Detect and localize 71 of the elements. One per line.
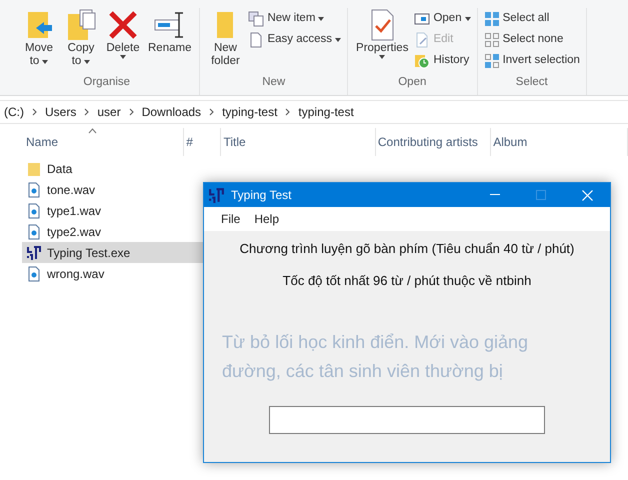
ribbon-button[interactable]: Easy access bbox=[248, 31, 342, 48]
page-icon bbox=[248, 32, 264, 48]
window-title: Typing Test bbox=[231, 187, 292, 204]
group-label: New bbox=[261, 75, 286, 90]
caret-icon bbox=[464, 16, 471, 20]
menu-item[interactable]: File bbox=[216, 210, 246, 228]
breadcrumb-item[interactable]: user bbox=[97, 103, 121, 121]
grid-icon bbox=[484, 52, 500, 68]
breadcrumb-item[interactable]: typing-test bbox=[298, 103, 354, 121]
breadcrumb-item[interactable]: Downloads bbox=[142, 103, 202, 121]
window-icon bbox=[414, 10, 430, 26]
group-label: Select bbox=[514, 75, 549, 90]
breadcrumb-item[interactable]: typing-test bbox=[222, 103, 278, 121]
ribbon-button[interactable]: Delete bbox=[104, 8, 142, 74]
pencil-page-icon bbox=[414, 32, 430, 48]
column-header[interactable]: Contributing artists bbox=[376, 128, 492, 156]
new-item-icon bbox=[248, 10, 264, 26]
menu-item[interactable]: Help bbox=[249, 210, 284, 228]
ribbon-button[interactable]: History bbox=[414, 52, 471, 69]
caret-icon bbox=[42, 60, 48, 64]
caret-icon bbox=[318, 16, 324, 20]
audio-file-icon bbox=[26, 266, 42, 282]
ribbon-button[interactable]: New folder bbox=[206, 8, 244, 74]
caret-icon bbox=[84, 60, 90, 64]
ribbon-button[interactable]: Copy to bbox=[62, 8, 100, 74]
audio-file-icon bbox=[26, 202, 42, 218]
ribbon-button[interactable]: Select all bbox=[484, 10, 580, 27]
file-row[interactable]: type2.wav bbox=[22, 221, 212, 242]
ribbon-button[interactable]: New item bbox=[248, 10, 342, 27]
column-header[interactable]: # bbox=[184, 128, 222, 156]
app-logo-icon bbox=[208, 186, 225, 204]
input-field[interactable] bbox=[269, 406, 545, 434]
breadcrumb-item[interactable]: Users bbox=[45, 103, 76, 121]
ribbon-button[interactable]: Select none bbox=[484, 31, 580, 48]
ribbon-button[interactable]: Properties bbox=[354, 8, 410, 74]
chevron-icon bbox=[128, 108, 134, 116]
info-text: Chương trình luyện gõ bàn phím (Tiêu chuẩn 40 từ / phút) bbox=[240, 240, 574, 258]
breadcrumb-item[interactable]: (C:) bbox=[4, 103, 24, 121]
caret-icon bbox=[335, 38, 342, 42]
address-bar[interactable]: (C:) Users user Downloads typing-test typing-test bbox=[0, 100, 628, 124]
group-label: Open bbox=[397, 75, 428, 90]
audio-file-icon bbox=[26, 182, 42, 198]
grid-icon bbox=[484, 10, 500, 26]
chevron-icon bbox=[285, 108, 290, 116]
file-row[interactable]: Data bbox=[22, 158, 212, 179]
column-header[interactable]: Name bbox=[24, 128, 184, 156]
ribbon-button[interactable]: Move to bbox=[20, 8, 58, 74]
maximize-icon bbox=[536, 190, 546, 200]
audio-file-icon bbox=[26, 224, 42, 240]
ribbon-button[interactable]: Open bbox=[414, 10, 471, 27]
folder-icon bbox=[26, 160, 42, 176]
file-row[interactable]: wrong.wav bbox=[22, 263, 212, 284]
grid-icon bbox=[484, 32, 500, 48]
file-row[interactable]: type1.wav bbox=[22, 200, 212, 221]
minimize-icon bbox=[490, 194, 500, 196]
column-header[interactable]: Album bbox=[491, 128, 628, 156]
prompt-text: Từ bỏ lối học kinh điển. Mới vào giảng đường, các tân sinh viên thường bị bbox=[222, 331, 530, 383]
info-text: Tốc độ tốt nhất 96 từ / phút thuộc về ntbinh bbox=[282, 272, 532, 290]
chevron-icon bbox=[209, 108, 214, 116]
ribbon-button[interactable]: Rename bbox=[146, 8, 194, 74]
folder-clock-icon bbox=[414, 52, 430, 68]
group-label: Organise bbox=[82, 75, 132, 90]
caret-icon bbox=[379, 55, 386, 59]
app-logo-icon bbox=[26, 244, 42, 260]
column-header[interactable]: Title bbox=[221, 128, 376, 156]
ribbon-button[interactable]: Invert selection bbox=[484, 52, 580, 69]
file-row[interactable]: tone.wav bbox=[22, 179, 212, 200]
close-icon bbox=[582, 190, 592, 200]
caret-icon bbox=[120, 55, 126, 59]
chevron-icon bbox=[32, 108, 37, 116]
chevron-icon bbox=[84, 108, 90, 116]
